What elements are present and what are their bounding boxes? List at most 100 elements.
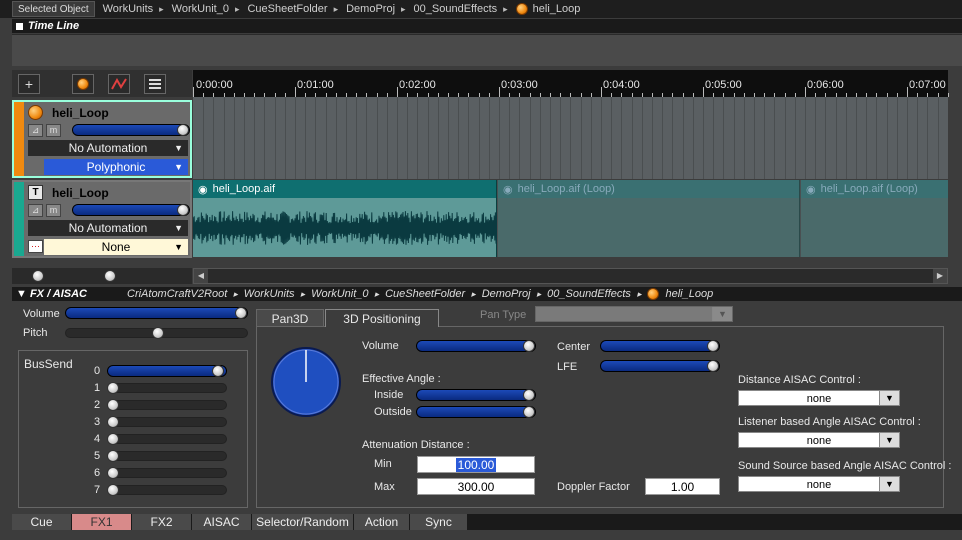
selected-object-bar: Selected Object WorkUnits ▸ WorkUnit_0 ▸ C… — [0, 0, 962, 18]
zoom-knob[interactable] — [104, 270, 116, 282]
selected-object-label: Selected Object — [12, 1, 95, 17]
slider-knob[interactable] — [235, 307, 248, 319]
track-volume-slider[interactable] — [72, 204, 190, 216]
loop-clip[interactable]: ◉ heli_Loop.aif (Loop) — [801, 180, 948, 257]
grid-line — [529, 97, 531, 179]
crumb-soundeffects[interactable]: 00_SoundEffects ▸ — [414, 3, 508, 15]
solo-icon[interactable]: m — [46, 204, 61, 217]
automation-dropdown[interactable]: No Automation ▼ — [28, 220, 188, 236]
slider-knob[interactable] — [523, 406, 535, 418]
horizontal-scrollbar[interactable]: ◀ ▶ — [193, 268, 948, 284]
crumb-heli-loop[interactable]: heli_Loop — [515, 3, 580, 15]
track-toolbar: + — [12, 70, 192, 97]
grid-line — [743, 97, 745, 179]
lfe-slider[interactable] — [600, 360, 720, 372]
crumb-cuesheetfolder[interactable]: CueSheetFolder ▸ — [247, 3, 338, 15]
slider-knob[interactable] — [107, 382, 119, 394]
slider-knob[interactable] — [707, 340, 719, 352]
crumb-workunits[interactable]: WorkUnits ▸ — [103, 3, 164, 15]
more-options-icon[interactable]: ··· — [28, 240, 43, 253]
tab-aisac[interactable]: AISAC — [192, 514, 252, 530]
mute-icon[interactable]: ⊿ — [28, 204, 43, 217]
time-ruler[interactable]: 0:00:00 0:01:00 0:02:00 0:03:00 0:04:00 … — [193, 70, 949, 97]
slider-knob[interactable] — [107, 416, 119, 428]
grid-line — [682, 97, 684, 179]
track-mode-dropdown[interactable]: None ▼ — [44, 239, 188, 255]
slider-knob[interactable] — [177, 204, 189, 216]
waveform-svg — [193, 211, 498, 245]
tab-action[interactable]: Action — [354, 514, 410, 530]
distance-aisac-dropdown[interactable]: none ▼ — [738, 390, 900, 406]
bus-send-slider[interactable] — [107, 399, 227, 411]
bus-send-slider[interactable] — [107, 467, 227, 479]
slider-knob[interactable] — [523, 389, 535, 401]
list-view-button[interactable] — [144, 73, 166, 94]
bus-send-slider[interactable] — [107, 365, 227, 377]
waveform-clip[interactable]: ◉ heli_Loop.aif — [193, 180, 498, 257]
zoom-slider-row[interactable] — [12, 268, 192, 284]
crumb-workunit0[interactable]: WorkUnit_0 ▸ — [172, 3, 240, 15]
tab-pan3d[interactable]: Pan3D — [256, 309, 324, 327]
bus-label: 1 — [94, 382, 101, 394]
tab-3d-positioning[interactable]: 3D Positioning — [325, 309, 439, 327]
bus-send-slider[interactable] — [107, 416, 227, 428]
bus-send-slider[interactable] — [107, 433, 227, 445]
slider-knob[interactable] — [107, 399, 119, 411]
doppler-factor-field[interactable]: 1.00 — [645, 478, 720, 495]
slider-knob[interactable] — [107, 433, 119, 445]
slider-knob[interactable] — [211, 365, 224, 377]
slider-knob[interactable] — [707, 360, 719, 372]
collapse-icon[interactable] — [16, 22, 23, 30]
slider-knob[interactable] — [107, 484, 119, 496]
grid-line — [315, 97, 317, 179]
track-1[interactable]: heli_Loop ⊿ m No Automation ▼ Polyphonic ▼ — [12, 100, 192, 178]
max-distance-field[interactable]: 300.00 — [417, 478, 535, 495]
grid-line — [519, 97, 521, 179]
tab-fx2[interactable]: FX2 — [132, 514, 192, 530]
min-distance-field[interactable]: 100.00 — [417, 456, 535, 473]
bus-send-slider[interactable] — [107, 382, 227, 394]
grid-line — [754, 97, 755, 179]
tab-sync[interactable]: Sync — [410, 514, 468, 530]
bus-send-slider[interactable] — [107, 450, 227, 462]
positioning-volume-slider[interactable] — [416, 340, 536, 352]
bus-send-slider[interactable] — [107, 484, 227, 496]
slider-knob[interactable] — [523, 340, 535, 352]
pan-angle-dial[interactable] — [270, 346, 342, 418]
fx-pitch-slider[interactable] — [65, 327, 248, 339]
add-track-button[interactable]: + — [18, 73, 40, 94]
automation-dropdown[interactable]: No Automation ▼ — [28, 140, 188, 156]
crumb-demoproj[interactable]: DemoProj ▸ — [346, 3, 405, 15]
track-2[interactable]: T heli_Loop ⊿ m No Automation ▼ ··· None ▼ — [12, 180, 192, 258]
slider-knob[interactable] — [107, 467, 119, 479]
waveform — [193, 198, 498, 257]
chevron-down-icon: ▼ — [879, 433, 899, 447]
track-2-lane[interactable]: ◉ heli_Loop.aif ◉ heli_Loop.aif (Loop) ◉ he… — [193, 180, 948, 257]
voice-mode-dropdown[interactable]: Polyphonic ▼ — [44, 159, 188, 175]
source-aisac-dropdown[interactable]: none ▼ — [738, 476, 900, 492]
inside-angle-slider[interactable] — [416, 389, 536, 401]
fx-volume-slider[interactable] — [65, 307, 248, 319]
grid-line — [356, 97, 358, 179]
slider-knob[interactable] — [177, 124, 189, 136]
zoom-knob[interactable] — [32, 270, 44, 282]
track-1-lane[interactable] — [193, 97, 948, 179]
mute-icon[interactable]: ⊿ — [28, 124, 43, 137]
solo-icon[interactable]: m — [46, 124, 61, 137]
outside-angle-slider[interactable] — [416, 406, 536, 418]
chevron-down-icon: ▼ — [174, 242, 183, 252]
listener-aisac-dropdown[interactable]: none ▼ — [738, 432, 900, 448]
scroll-left-icon[interactable]: ◀ — [194, 269, 208, 283]
loop-clip[interactable]: ◉ heli_Loop.aif (Loop) — [498, 180, 800, 257]
cue-icon-button[interactable] — [72, 73, 94, 94]
automation-curve-button[interactable] — [108, 73, 130, 94]
track-volume-slider[interactable] — [72, 124, 190, 136]
center-slider[interactable] — [600, 340, 720, 352]
tab-selector-random[interactable]: Selector/Random — [252, 514, 354, 530]
slider-knob[interactable] — [151, 327, 164, 339]
tab-cue[interactable]: Cue — [12, 514, 72, 530]
tab-fx1[interactable]: FX1 — [72, 514, 132, 530]
scroll-right-icon[interactable]: ▶ — [933, 269, 947, 283]
pan-type-dropdown[interactable]: ▼ — [535, 306, 733, 322]
slider-knob[interactable] — [107, 450, 119, 462]
